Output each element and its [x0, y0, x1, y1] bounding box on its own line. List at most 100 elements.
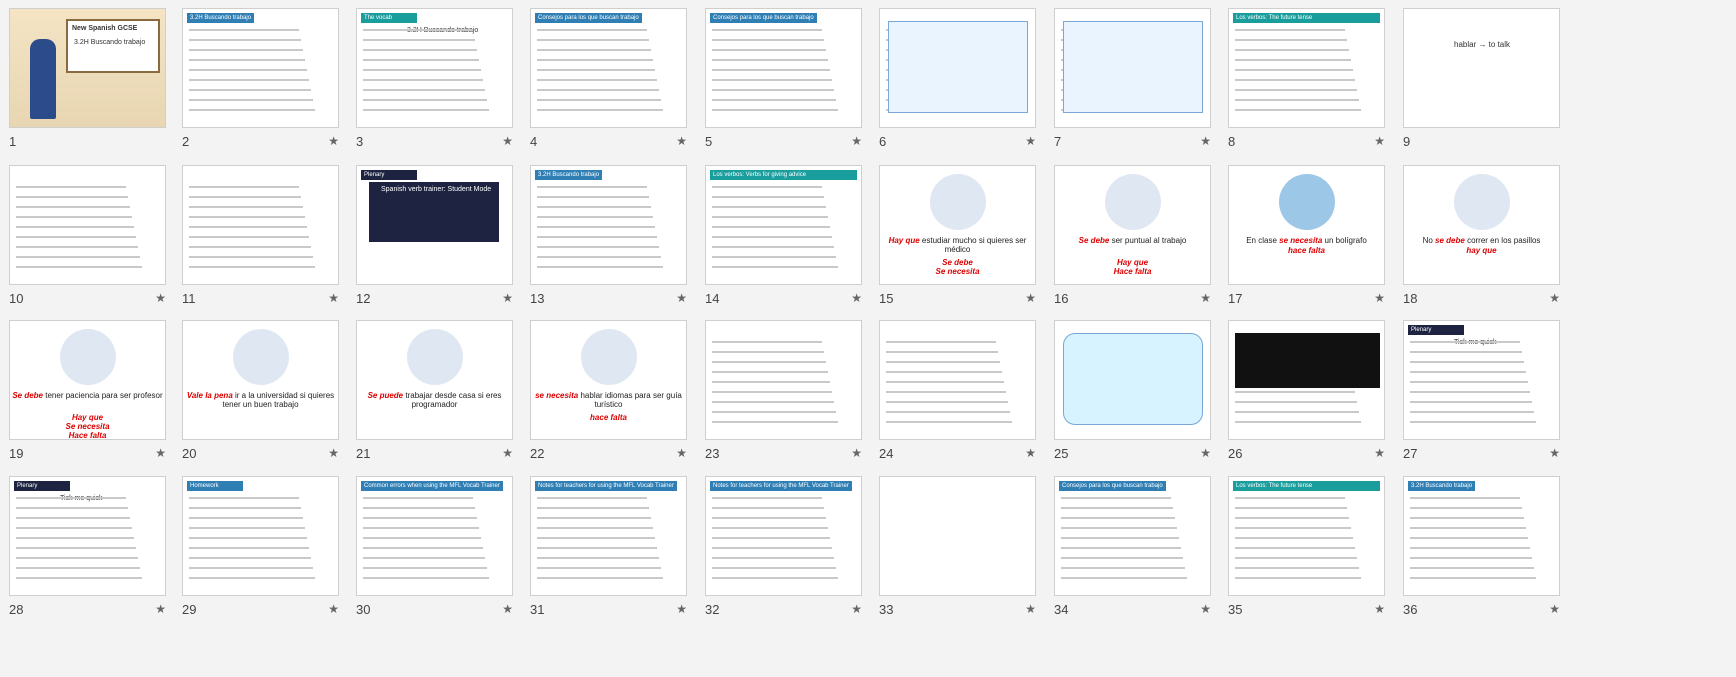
animation-star-icon[interactable]: ★ [851, 446, 862, 460]
slide-preview[interactable] [879, 320, 1036, 440]
animation-star-icon[interactable]: ★ [502, 602, 513, 616]
slide-preview[interactable]: hablar → to talk [1403, 8, 1560, 128]
slide-thumbnail-19[interactable]: Se debe tener paciencia para ser profeso… [9, 320, 166, 475]
slide-preview[interactable]: Se debe ser puntual al trabajo Hay que Hac… [1054, 165, 1211, 285]
slide-preview[interactable]: Notes for teachers for using the MFL Voc… [530, 476, 687, 596]
slide-preview[interactable]: Notes for teachers for using the MFL Voc… [705, 476, 862, 596]
slide-thumbnail-17[interactable]: En clase se necesita un bolígrafo hace fa… [1228, 165, 1385, 320]
slide-preview[interactable]: New Spanish GCSE 3.2H Buscando trabajo [9, 8, 166, 128]
slide-preview[interactable]: The vocab3.2H Buscando trabajo [356, 8, 513, 128]
animation-star-icon[interactable]: ★ [328, 602, 339, 616]
slide-preview[interactable]: Common errors when using the MFL Vocab T… [356, 476, 513, 596]
slide-thumbnail-29[interactable]: Homework 29 ★ [182, 476, 339, 631]
animation-star-icon[interactable]: ★ [1200, 134, 1211, 148]
slide-preview[interactable]: No se debe correr en los pasillos hay que [1403, 165, 1560, 285]
slide-thumbnail-16[interactable]: Se debe ser puntual al trabajo Hay que Hac… [1054, 165, 1211, 320]
slide-thumbnail-28[interactable]: PlenaryTick me quick 28 ★ [9, 476, 166, 631]
slide-thumbnail-15[interactable]: Hay que estudiar mucho si quieres ser mé… [879, 165, 1036, 320]
slide-thumbnail-21[interactable]: Se puede trabajar desde casa si eres pro… [356, 320, 513, 475]
slide-thumbnail-36[interactable]: 3.2H Buscando trabajo 36 ★ [1403, 476, 1560, 631]
slide-preview[interactable]: Vale la pena ir a la universidad si quie… [182, 320, 339, 440]
slide-preview[interactable]: En clase se necesita un bolígrafo hace fa… [1228, 165, 1385, 285]
animation-star-icon[interactable]: ★ [1549, 446, 1560, 460]
slide-thumbnail-30[interactable]: Common errors when using the MFL Vocab T… [356, 476, 513, 631]
slide-thumbnail-24[interactable]: 24 ★ [879, 320, 1036, 475]
animation-star-icon[interactable]: ★ [1200, 446, 1211, 460]
animation-star-icon[interactable]: ★ [851, 134, 862, 148]
animation-star-icon[interactable]: ★ [1200, 291, 1211, 305]
slide-thumbnail-27[interactable]: PlenaryTick me quick 27 ★ [1403, 320, 1560, 475]
slide-thumbnail-1[interactable]: New Spanish GCSE 3.2H Buscando trabajo 1 [9, 8, 166, 163]
animation-star-icon[interactable]: ★ [155, 446, 166, 460]
slide-thumbnail-23[interactable]: 23 ★ [705, 320, 862, 475]
animation-star-icon[interactable]: ★ [1374, 446, 1385, 460]
animation-star-icon[interactable]: ★ [1549, 602, 1560, 616]
animation-star-icon[interactable]: ★ [155, 291, 166, 305]
animation-star-icon[interactable]: ★ [1374, 602, 1385, 616]
animation-star-icon[interactable]: ★ [1025, 602, 1036, 616]
animation-star-icon[interactable]: ★ [676, 134, 687, 148]
slide-preview[interactable]: PlenaryTick me quick [9, 476, 166, 596]
slide-preview[interactable]: Se puede trabajar desde casa si eres pro… [356, 320, 513, 440]
animation-star-icon[interactable]: ★ [1025, 134, 1036, 148]
slide-preview[interactable]: Los verbos: The future tense [1228, 8, 1385, 128]
slide-preview[interactable]: PlenaryTick me quick [1403, 320, 1560, 440]
slide-thumbnail-26[interactable]: 26 ★ [1228, 320, 1385, 475]
slide-thumbnail-18[interactable]: No se debe correr en los pasillos hay que… [1403, 165, 1560, 320]
animation-star-icon[interactable]: ★ [851, 291, 862, 305]
animation-star-icon[interactable]: ★ [328, 446, 339, 460]
slide-thumbnail-8[interactable]: Los verbos: The future tense 8 ★ [1228, 8, 1385, 163]
slide-preview[interactable]: Homework [182, 476, 339, 596]
slide-thumbnail-6[interactable]: 6 ★ [879, 8, 1036, 163]
slide-thumbnail-13[interactable]: 3.2H Buscando trabajo 13 ★ [530, 165, 687, 320]
animation-star-icon[interactable]: ★ [502, 134, 513, 148]
animation-star-icon[interactable]: ★ [676, 446, 687, 460]
slide-thumbnail-7[interactable]: 7 ★ [1054, 8, 1211, 163]
animation-star-icon[interactable]: ★ [676, 602, 687, 616]
slide-thumbnail-14[interactable]: Los verbos: Verbs for giving advice 14 ★ [705, 165, 862, 320]
slide-preview[interactable] [879, 476, 1036, 596]
animation-star-icon[interactable]: ★ [502, 446, 513, 460]
animation-star-icon[interactable]: ★ [1374, 134, 1385, 148]
slide-preview[interactable]: Consejos para los que buscan trabajo [530, 8, 687, 128]
slide-thumbnail-22[interactable]: se necesita hablar idiomas para ser guía… [530, 320, 687, 475]
slide-thumbnail-31[interactable]: Notes for teachers for using the MFL Voc… [530, 476, 687, 631]
animation-star-icon[interactable]: ★ [851, 602, 862, 616]
slide-preview[interactable]: Los verbos: The future tense [1228, 476, 1385, 596]
slide-preview[interactable]: se necesita hablar idiomas para ser guía… [530, 320, 687, 440]
animation-star-icon[interactable]: ★ [1549, 291, 1560, 305]
animation-star-icon[interactable]: ★ [1025, 291, 1036, 305]
slide-thumbnail-25[interactable]: 25 ★ [1054, 320, 1211, 475]
slide-preview[interactable]: 3.2H Buscando trabajo [1403, 476, 1560, 596]
slide-preview[interactable] [9, 165, 166, 285]
slide-preview[interactable] [879, 8, 1036, 128]
slide-thumbnail-12[interactable]: Plenary Spanish verb trainer: Student Mod… [356, 165, 513, 320]
slide-thumbnail-32[interactable]: Notes for teachers for using the MFL Voc… [705, 476, 862, 631]
slide-thumbnail-20[interactable]: Vale la pena ir a la universidad si quie… [182, 320, 339, 475]
animation-star-icon[interactable]: ★ [328, 291, 339, 305]
slide-thumbnail-35[interactable]: Los verbos: The future tense 35 ★ [1228, 476, 1385, 631]
slide-thumbnail-9[interactable]: hablar → to talk 9 [1403, 8, 1560, 163]
slide-thumbnail-33[interactable]: 33 ★ [879, 476, 1036, 631]
animation-star-icon[interactable]: ★ [676, 291, 687, 305]
slide-preview[interactable] [1054, 320, 1211, 440]
slide-preview[interactable] [705, 320, 862, 440]
slide-preview[interactable]: Hay que estudiar mucho si quieres ser mé… [879, 165, 1036, 285]
slide-preview[interactable]: Plenary Spanish verb trainer: Student Mod… [356, 165, 513, 285]
slide-thumbnail-34[interactable]: Consejos para los que buscan trabajo 34 ★ [1054, 476, 1211, 631]
slide-preview[interactable]: Consejos para los que buscan trabajo [1054, 476, 1211, 596]
animation-star-icon[interactable]: ★ [1200, 602, 1211, 616]
slide-preview[interactable]: Los verbos: Verbs for giving advice [705, 165, 862, 285]
slide-thumbnail-3[interactable]: The vocab3.2H Buscando trabajo 3 ★ [356, 8, 513, 163]
slide-thumbnail-4[interactable]: Consejos para los que buscan trabajo 4 ★ [530, 8, 687, 163]
slide-preview[interactable]: Se debe tener paciencia para ser profeso… [9, 320, 166, 440]
slide-thumbnail-5[interactable]: Consejos para los que buscan trabajo 5 ★ [705, 8, 862, 163]
slide-thumbnail-10[interactable]: 10 ★ [9, 165, 166, 320]
slide-preview[interactable]: 3.2H Buscando trabajo [182, 8, 339, 128]
slide-preview[interactable]: 3.2H Buscando trabajo [530, 165, 687, 285]
animation-star-icon[interactable]: ★ [1025, 446, 1036, 460]
slide-preview[interactable] [182, 165, 339, 285]
animation-star-icon[interactable]: ★ [155, 602, 166, 616]
animation-star-icon[interactable]: ★ [1374, 291, 1385, 305]
slide-preview[interactable] [1054, 8, 1211, 128]
